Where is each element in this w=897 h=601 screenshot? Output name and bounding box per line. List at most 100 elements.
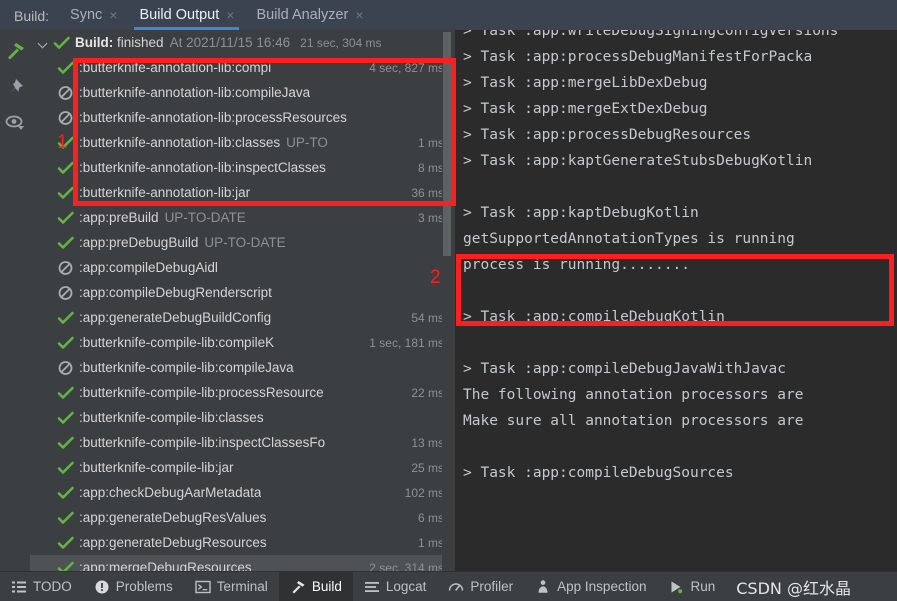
terminal-icon xyxy=(195,580,211,593)
task-row[interactable]: :butterknife-annotation-lib:compileJava xyxy=(30,80,452,105)
task-name: :butterknife-compile-lib:compileK xyxy=(79,335,275,350)
success-check-icon xyxy=(57,336,74,349)
problems-warning-icon xyxy=(95,580,109,593)
statusbar-item-profiler[interactable]: Profiler xyxy=(437,572,524,601)
success-check-icon xyxy=(57,61,74,74)
success-check-icon xyxy=(57,186,74,199)
task-duration: 1 sec, 181 ms xyxy=(369,335,444,350)
skipped-blocked-icon xyxy=(58,110,73,125)
tree-scrollbar[interactable] xyxy=(442,30,452,571)
task-row[interactable]: :butterknife-annotation-lib:classes UP-TO… xyxy=(30,130,452,155)
build-status-text: finished xyxy=(117,35,164,50)
build-console-output[interactable]: > Task :app:writeDebugSigningConfigVersi… xyxy=(455,30,897,571)
task-row-list: :butterknife-annotation-lib:compi 4 sec, … xyxy=(30,55,452,571)
task-duration: 3 ms xyxy=(417,210,444,225)
tab-build-output[interactable]: Build Output × xyxy=(128,0,245,30)
bottom-tool-window-bar: TODO Problems Terminal Build Logcat Prof… xyxy=(0,571,897,601)
close-icon[interactable]: × xyxy=(109,1,117,22)
build-summary-text: Build: finished xyxy=(75,35,164,50)
tab-sync[interactable]: Sync × xyxy=(59,0,128,30)
statusbar-item-build[interactable]: Build xyxy=(278,571,353,601)
close-icon[interactable]: × xyxy=(355,1,363,22)
task-name: :butterknife-annotation-lib:jar xyxy=(79,185,251,200)
left-toolbar xyxy=(0,30,30,571)
statusbar-item-run[interactable]: Run xyxy=(657,572,726,601)
build-hammer-icon[interactable] xyxy=(4,40,26,62)
task-row[interactable]: :butterknife-compile-lib:jar 25 ms xyxy=(30,455,452,480)
task-duration: 2 sec, 314 ms xyxy=(369,560,444,572)
task-name: :butterknife-compile-lib:processResource xyxy=(79,385,324,400)
task-duration: 6 ms xyxy=(417,510,444,525)
task-row[interactable]: :butterknife-compile-lib:processResource… xyxy=(30,380,452,405)
console-line: > Task :app:processDebugManifestForPacka xyxy=(463,49,813,65)
task-name: :butterknife-annotation-lib:processResou… xyxy=(79,110,347,125)
logcat-lines-icon xyxy=(364,581,379,592)
task-row[interactable]: :butterknife-compile-lib:inspectClassesF… xyxy=(30,430,452,455)
console-line: Make sure all annotation processors are xyxy=(463,413,804,429)
statusbar-item-todo[interactable]: TODO xyxy=(0,572,83,601)
task-row[interactable]: :app:compileDebugRenderscript xyxy=(30,280,452,305)
task-row[interactable]: :butterknife-annotation-lib:jar 36 ms xyxy=(30,180,452,205)
task-row[interactable]: :app:generateDebugResValues 6 ms xyxy=(30,505,452,530)
task-name: :app:compileDebugAidl xyxy=(79,260,218,275)
build-tool-window: Build: Sync × Build Output × Build Analy… xyxy=(0,0,897,601)
task-row[interactable]: :app:compileDebugAidl xyxy=(30,255,452,280)
success-check-icon xyxy=(57,561,74,571)
success-check-icon xyxy=(57,211,74,224)
build-timestamp: At 2021/11/15 16:46 xyxy=(169,35,291,50)
task-row[interactable]: :app:mergeDebugResources 2 sec, 314 ms xyxy=(30,555,452,571)
statusbar-item-terminal[interactable]: Terminal xyxy=(184,572,279,601)
tab-bar: Build: Sync × Build Output × Build Analy… xyxy=(0,0,897,30)
statusbar-item-app-inspection[interactable]: App Inspection xyxy=(524,572,657,601)
task-name: :app:checkDebugAarMetadata xyxy=(79,485,262,500)
todo-list-icon xyxy=(12,581,26,592)
console-line: > Task :app:compileDebugJavaWithJavac xyxy=(463,361,787,377)
task-state-label: UP-TO-DATE xyxy=(164,210,246,225)
task-row[interactable]: :app:generateDebugResources 1 ms xyxy=(30,530,452,555)
task-row[interactable]: :butterknife-annotation-lib:inspectClass… xyxy=(30,155,452,180)
task-state-label: UP-TO-DATE xyxy=(204,235,286,250)
annotation-number-2: 2 xyxy=(430,267,441,288)
chevron-down-icon[interactable] xyxy=(36,36,50,50)
statusbar-label: Terminal xyxy=(216,579,268,594)
tree-row-build-summary[interactable]: Build: finished At 2021/11/15 16:46 21 s… xyxy=(30,30,452,55)
task-row[interactable]: :butterknife-compile-lib:compileK 1 sec, … xyxy=(30,330,452,355)
task-row[interactable]: :app:preDebugBuild UP-TO-DATE xyxy=(30,230,452,255)
task-duration: 13 ms xyxy=(411,435,444,450)
task-row[interactable]: :app:preBuild UP-TO-DATE 3 ms xyxy=(30,205,452,230)
task-row[interactable]: :app:generateDebugBuildConfig 54 ms xyxy=(30,305,452,330)
statusbar-label: Problems xyxy=(115,579,173,594)
success-check-icon xyxy=(53,36,70,49)
task-row[interactable]: :butterknife-annotation-lib:compi 4 sec, … xyxy=(30,55,452,80)
tree-scrollbar-thumb[interactable] xyxy=(443,32,451,256)
task-name: :app:preBuild xyxy=(79,210,159,225)
console-line: > Task :app:kaptGenerateStubsDebugKotlin xyxy=(463,153,813,169)
task-row[interactable]: :butterknife-annotation-lib:processResou… xyxy=(30,105,452,130)
console-line: > Task :app:processDebugResources xyxy=(463,127,752,143)
task-row[interactable]: :app:checkDebugAarMetadata 102 ms xyxy=(30,480,452,505)
statusbar-item-logcat[interactable]: Logcat xyxy=(353,572,438,601)
task-row[interactable]: :butterknife-compile-lib:compileJava xyxy=(30,355,452,380)
tool-window-label: Build: xyxy=(14,8,50,24)
pin-icon[interactable] xyxy=(4,76,26,98)
annotation-number-1: 1 xyxy=(57,132,68,153)
task-duration: 8 ms xyxy=(417,160,444,175)
console-line: > Task :app:writeDebugSigningConfigVersi… xyxy=(463,30,839,39)
task-name: :butterknife-compile-lib:classes xyxy=(79,410,264,425)
build-task-tree[interactable]: Build: finished At 2021/11/15 16:46 2 1 s… xyxy=(30,30,452,571)
statusbar-item-problems[interactable]: Problems xyxy=(83,572,184,601)
tab-build-analyzer[interactable]: Build Analyzer × xyxy=(245,0,374,30)
close-icon[interactable]: × xyxy=(226,1,234,22)
console-line: getSupportedAnnotationTypes is running xyxy=(463,231,795,247)
task-row[interactable]: :butterknife-compile-lib:classes xyxy=(30,405,452,430)
task-name: :app:preDebugBuild xyxy=(79,235,199,250)
skipped-blocked-icon xyxy=(58,85,73,100)
eye-settings-icon[interactable] xyxy=(4,112,26,134)
tab-label: Sync xyxy=(70,6,103,23)
success-check-icon xyxy=(57,311,74,324)
statusbar-label: Logcat xyxy=(385,579,427,594)
statusbar-label: App Inspection xyxy=(557,579,647,594)
success-check-icon xyxy=(57,386,74,399)
